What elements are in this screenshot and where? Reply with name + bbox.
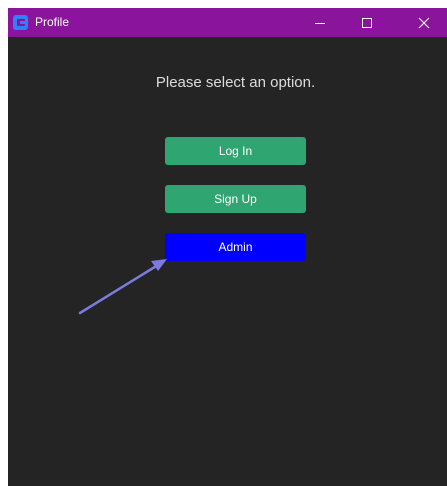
signup-button-label: Sign Up: [214, 192, 257, 206]
app-window: Profile Please select an option. Log In …: [8, 8, 447, 486]
prompt-text: Please select an option.: [155, 74, 316, 91]
admin-button[interactable]: Admin: [165, 233, 306, 261]
close-button[interactable]: [401, 8, 447, 37]
title-bar[interactable]: Profile: [8, 8, 447, 37]
signup-button[interactable]: Sign Up: [165, 185, 306, 213]
minimize-button[interactable]: [297, 8, 343, 37]
window-title: Profile: [35, 15, 70, 29]
close-icon: [418, 17, 430, 29]
minimize-icon: [314, 17, 326, 29]
admin-button-label: Admin: [218, 240, 253, 254]
app-icon: [13, 15, 28, 30]
maximize-icon: [361, 17, 373, 29]
login-button[interactable]: Log In: [165, 137, 306, 165]
login-button-label: Log In: [218, 144, 253, 158]
maximize-button[interactable]: [344, 8, 390, 37]
